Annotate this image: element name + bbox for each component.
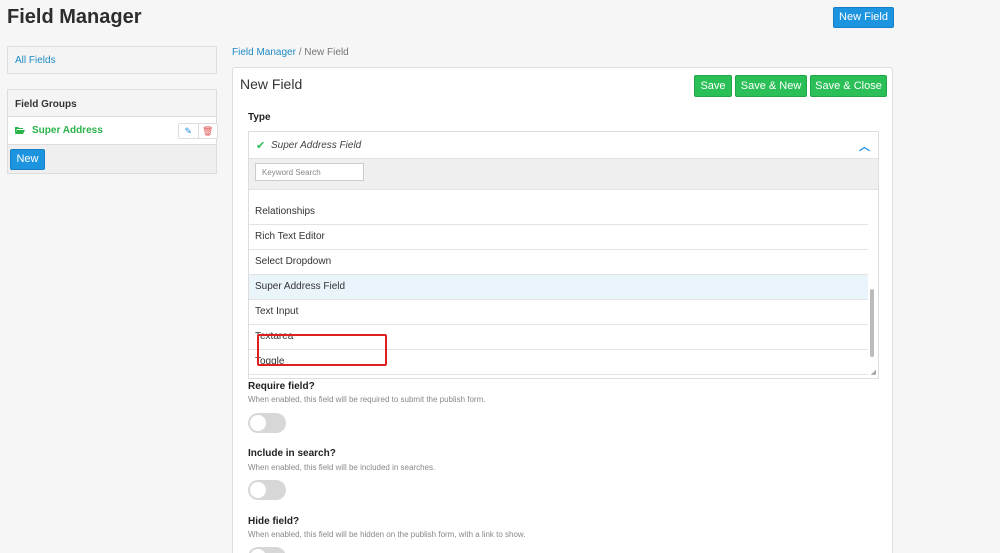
type-search-bar — [249, 159, 878, 190]
include-search-label: Include in search? — [248, 448, 336, 459]
type-option-relationships[interactable]: Relationships — [249, 200, 868, 225]
require-field-help: When enabled, this field will be require… — [248, 395, 486, 404]
save-and-new-button[interactable]: Save & New — [735, 75, 807, 97]
hide-field-help: When enabled, this field will be hidden … — [248, 530, 526, 539]
folder-open-icon — [15, 127, 25, 134]
type-option-rich-text-editor[interactable]: Rich Text Editor — [249, 225, 868, 250]
check-icon: ✔ — [256, 140, 266, 152]
hide-field-label: Hide field? — [248, 516, 300, 527]
keyword-search-input[interactable] — [255, 163, 364, 181]
sidebar-all-fields-link[interactable]: All Fields — [7, 46, 217, 74]
include-search-toggle[interactable] — [248, 480, 286, 500]
type-select-header[interactable]: ✔ Super Address Field ︿ — [249, 132, 878, 159]
field-group-item[interactable]: Super Address ✎ 🗑 — [8, 117, 218, 145]
save-and-close-button[interactable]: Save & Close — [810, 75, 887, 97]
field-group-label: Super Address — [32, 125, 103, 136]
options-scrollbar[interactable] — [870, 289, 874, 357]
type-option-text-input[interactable]: Text Input — [249, 300, 868, 325]
page-title: Field Manager — [7, 6, 142, 28]
hide-field-toggle[interactable] — [248, 547, 286, 553]
edit-pencil-icon[interactable]: ✎ — [179, 124, 199, 138]
panel-title: New Field — [240, 76, 303, 92]
new-field-panel: New Field Save Save & New Save & Close T… — [232, 67, 893, 553]
require-field-toggle[interactable] — [248, 413, 286, 433]
breadcrumb-field-manager-link[interactable]: Field Manager — [232, 47, 296, 58]
save-button[interactable]: Save — [694, 75, 732, 97]
type-option-textarea[interactable]: Textarea — [249, 325, 868, 350]
field-groups-header: Field Groups — [8, 90, 216, 117]
new-group-button[interactable]: New — [10, 149, 45, 170]
require-field-label: Require field? — [248, 381, 315, 392]
breadcrumb: Field Manager / New Field — [232, 47, 349, 58]
type-select[interactable]: ✔ Super Address Field ︿ Relationships Ri… — [248, 131, 879, 379]
new-field-button[interactable]: New Field — [833, 7, 894, 28]
chevron-up-icon[interactable]: ︿ — [859, 138, 870, 154]
resize-handle-icon[interactable]: ◢ — [871, 368, 876, 376]
type-label: Type — [248, 112, 271, 123]
type-option-select-dropdown[interactable]: Select Dropdown — [249, 250, 868, 275]
type-option-toggle[interactable]: Toggle — [249, 350, 868, 375]
breadcrumb-separator: / — [298, 47, 302, 58]
delete-trash-icon[interactable]: 🗑 — [199, 124, 218, 138]
type-option-super-address-field[interactable]: Super Address Field — [249, 275, 868, 300]
field-group-actions: ✎ 🗑 — [178, 123, 218, 139]
type-options-list: Relationships Rich Text Editor Select Dr… — [249, 200, 868, 375]
breadcrumb-current: New Field — [304, 47, 349, 58]
type-selected-value: Super Address Field — [271, 140, 362, 151]
include-search-help: When enabled, this field will be include… — [248, 463, 436, 472]
